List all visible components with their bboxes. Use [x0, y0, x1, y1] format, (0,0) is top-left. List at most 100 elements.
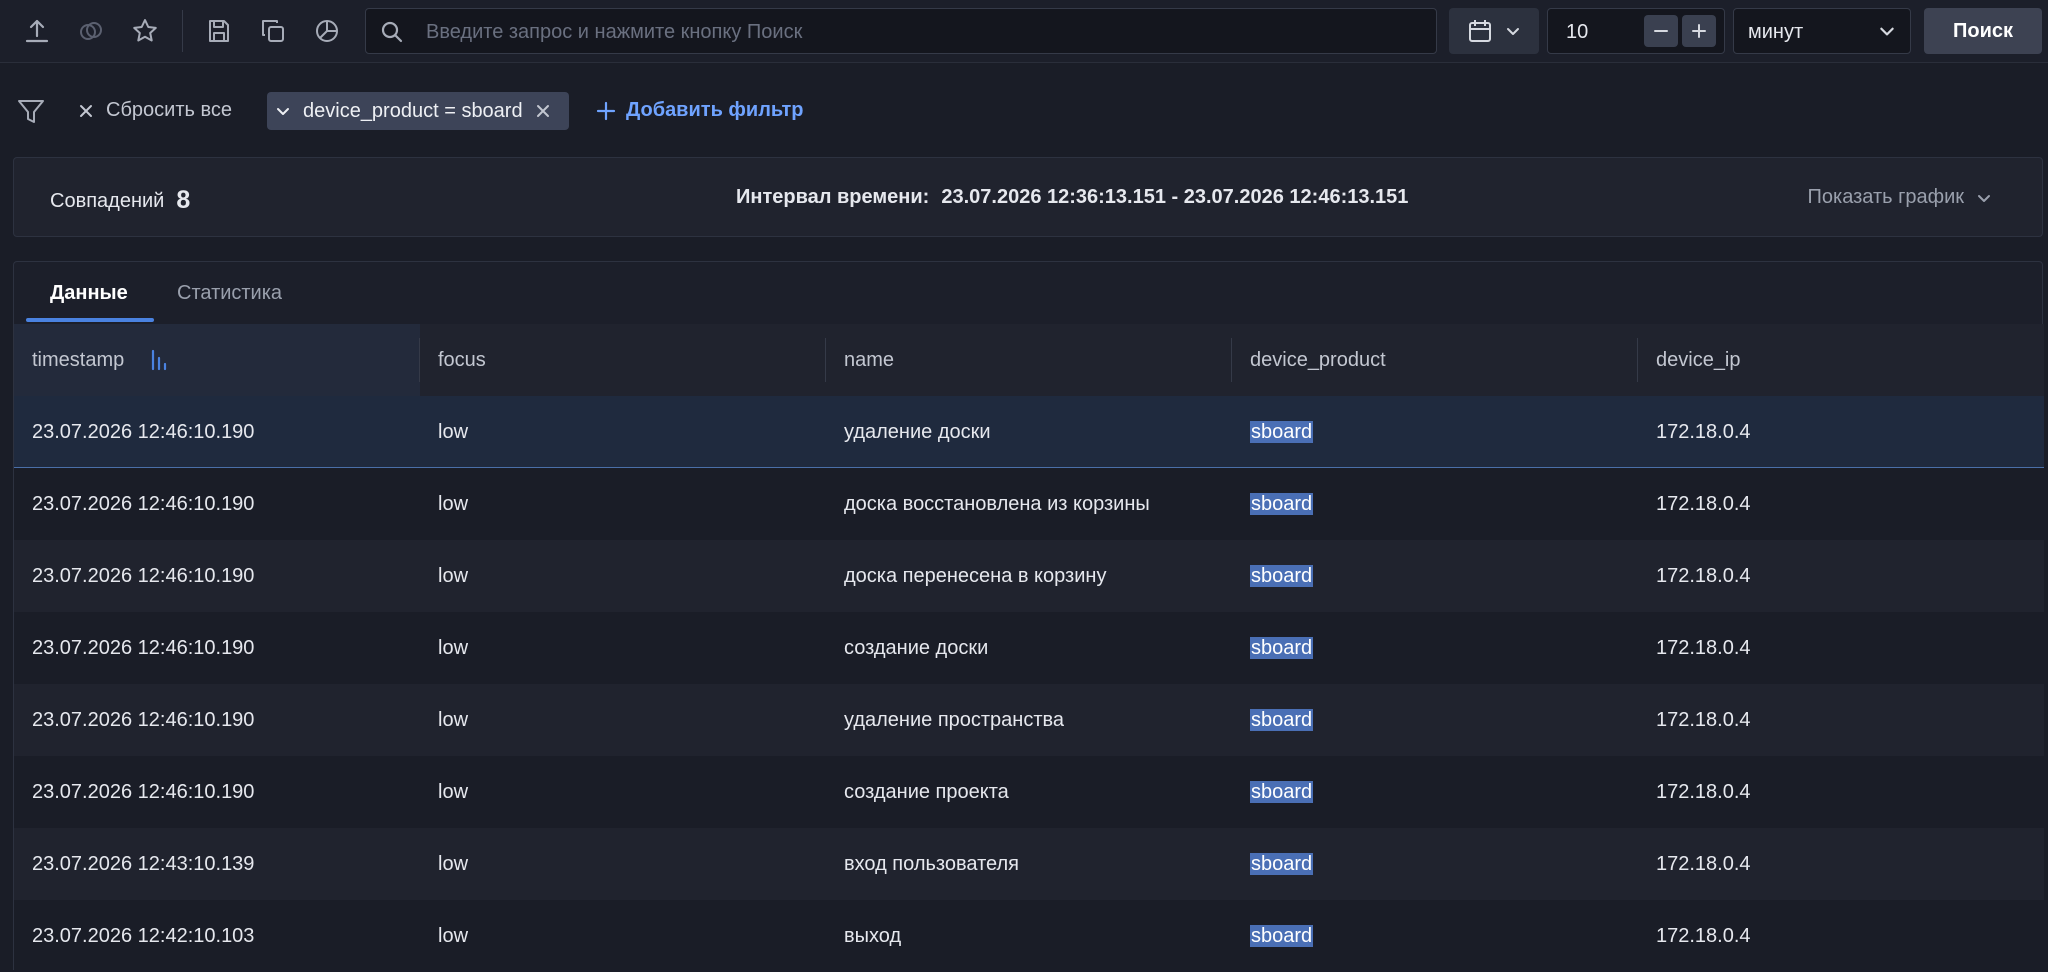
cell-focus: low: [438, 853, 469, 875]
save-icon[interactable]: [199, 11, 239, 51]
filter-chip[interactable]: device_product = sboard: [267, 92, 569, 130]
table-row[interactable]: 23.07.2026 12:46:10.190 low удаление дос…: [14, 396, 2044, 468]
interval-stepper: [1547, 8, 1725, 55]
cell-name: удаление пространства: [844, 709, 1065, 731]
active-tab-indicator: [26, 318, 154, 322]
summary-bar: Совпадений 8 Интервал времени: 23.07.2026 …: [13, 157, 2043, 237]
cell-timestamp: 23.07.2026 12:46:10.190: [32, 781, 255, 803]
cell-focus: low: [438, 637, 469, 659]
matches-count: Совпадений 8: [50, 185, 190, 214]
table-row[interactable]: 23.07.2026 12:46:10.190 low доска перене…: [14, 540, 2044, 612]
reset-all-button[interactable]: Сбросить все: [78, 99, 232, 122]
data-panel: Данные Статистика timestamp focus name d…: [13, 261, 2044, 972]
tab-statistics[interactable]: Статистика: [177, 282, 282, 305]
tab-data[interactable]: Данные: [50, 282, 128, 305]
show-chart-button[interactable]: Показать график: [1808, 186, 1993, 209]
table-row[interactable]: 23.07.2026 12:46:10.190 low создание дос…: [14, 612, 2044, 684]
add-filter-button[interactable]: Добавить фильтр: [596, 99, 803, 122]
table-row[interactable]: 23.07.2026 12:43:10.139 low вход пользов…: [14, 828, 2044, 900]
results-table: timestamp focus name device_product devi…: [14, 324, 2044, 972]
cell-timestamp: 23.07.2026 12:42:10.103: [32, 925, 255, 947]
cell-focus: low: [438, 565, 469, 587]
table-row[interactable]: 23.07.2026 12:46:10.190 low удаление про…: [14, 684, 2044, 756]
interval-value: 23.07.2026 12:36:13.151 - 23.07.2026 12:…: [941, 186, 1409, 208]
cell-device-ip: 172.18.0.4: [1656, 565, 1751, 587]
cell-name: создание доски: [844, 637, 989, 659]
plus-icon: [596, 101, 616, 121]
column-header-device-product[interactable]: device_product: [1232, 324, 1638, 396]
chevron-down-icon[interactable]: [275, 103, 291, 119]
column-header-label: timestamp: [32, 349, 125, 371]
filter-icon[interactable]: [16, 98, 46, 126]
cell-device-ip: 172.18.0.4: [1656, 493, 1751, 515]
table-row[interactable]: 23.07.2026 12:46:10.190 low доска восста…: [14, 468, 2044, 540]
merge-circles-icon[interactable]: [71, 11, 111, 51]
search-highlight: sboard: [1250, 565, 1314, 587]
calendar-icon: [1467, 18, 1493, 44]
upload-icon[interactable]: [17, 11, 57, 51]
interval-label: Интервал времени:: [736, 186, 930, 208]
star-icon[interactable]: [125, 11, 165, 51]
toolbar-divider: [182, 10, 183, 52]
search-highlight: sboard: [1250, 781, 1314, 803]
column-header-name[interactable]: name: [826, 324, 1232, 396]
cell-name: доска перенесена в корзину: [844, 565, 1107, 587]
show-chart-label: Показать график: [1807, 186, 1965, 208]
copy-icon[interactable]: [253, 11, 293, 51]
cell-name: создание проекта: [844, 781, 1009, 803]
search-button[interactable]: Поиск: [1924, 8, 2042, 54]
date-range-button[interactable]: [1449, 8, 1539, 54]
close-icon: [78, 103, 94, 119]
cell-focus: low: [438, 781, 469, 803]
cell-device-product: sboard: [1232, 756, 1638, 828]
search-box: [365, 8, 1437, 55]
column-header-label: name: [844, 349, 895, 371]
cell-device-product: sboard: [1232, 828, 1638, 900]
cell-timestamp: 23.07.2026 12:46:10.190: [32, 565, 255, 587]
cell-focus: low: [438, 709, 469, 731]
table-row[interactable]: 23.07.2026 12:42:10.103 low выход sboard…: [14, 900, 2044, 972]
cell-name: доска восстановлена из корзины: [844, 493, 1150, 515]
cell-device-ip: 172.18.0.4: [1656, 709, 1751, 731]
column-header-focus[interactable]: focus: [420, 324, 826, 396]
cell-name: вход пользователя: [844, 853, 1019, 875]
search-highlight: sboard: [1250, 421, 1314, 443]
cell-device-ip: 172.18.0.4: [1656, 925, 1751, 947]
sort-icon[interactable]: [150, 348, 170, 372]
cell-device-product: sboard: [1232, 468, 1638, 540]
search-input[interactable]: [424, 9, 1428, 55]
search-highlight: sboard: [1250, 637, 1314, 659]
cell-focus: low: [438, 493, 469, 515]
interval-unit-select[interactable]: минут: [1733, 8, 1911, 54]
cell-device-product: sboard: [1232, 612, 1638, 684]
cell-name: удаление доски: [844, 421, 991, 443]
search-highlight: sboard: [1250, 493, 1314, 515]
filter-row: Сбросить все device_product = sboard Доб…: [0, 62, 2048, 162]
interval-value-input[interactable]: [1564, 9, 1648, 55]
cell-device-product: sboard: [1232, 684, 1638, 756]
cell-device-product: sboard: [1232, 900, 1638, 972]
cell-name: выход: [844, 925, 902, 947]
cell-timestamp: 23.07.2026 12:46:10.190: [32, 709, 255, 731]
cell-timestamp: 23.07.2026 12:46:10.190: [32, 493, 255, 515]
time-interval: Интервал времени: 23.07.2026 12:36:13.151…: [736, 186, 1408, 209]
cell-device-product: sboard: [1232, 540, 1638, 612]
column-header-label: device_product: [1250, 349, 1386, 371]
pie-chart-icon[interactable]: [307, 11, 347, 51]
search-icon: [380, 20, 404, 44]
chevron-down-icon: [1505, 23, 1521, 39]
close-icon[interactable]: [535, 103, 551, 119]
column-header-label: focus: [438, 349, 486, 371]
table-header: timestamp focus name device_product devi…: [14, 324, 2044, 396]
column-header-label: device_ip: [1656, 349, 1741, 371]
column-header-timestamp[interactable]: timestamp: [14, 324, 420, 396]
column-header-device-ip[interactable]: device_ip: [1638, 324, 2044, 396]
cell-device-product: sboard: [1232, 396, 1638, 468]
interval-unit-value: минут: [1748, 21, 1804, 43]
search-highlight: sboard: [1250, 925, 1314, 947]
table-row[interactable]: 23.07.2026 12:46:10.190 low создание про…: [14, 756, 2044, 828]
add-filter-label: Добавить фильтр: [626, 99, 804, 121]
decrement-button[interactable]: [1644, 15, 1678, 47]
chevron-down-icon: [1976, 190, 1992, 206]
increment-button[interactable]: [1682, 15, 1716, 47]
